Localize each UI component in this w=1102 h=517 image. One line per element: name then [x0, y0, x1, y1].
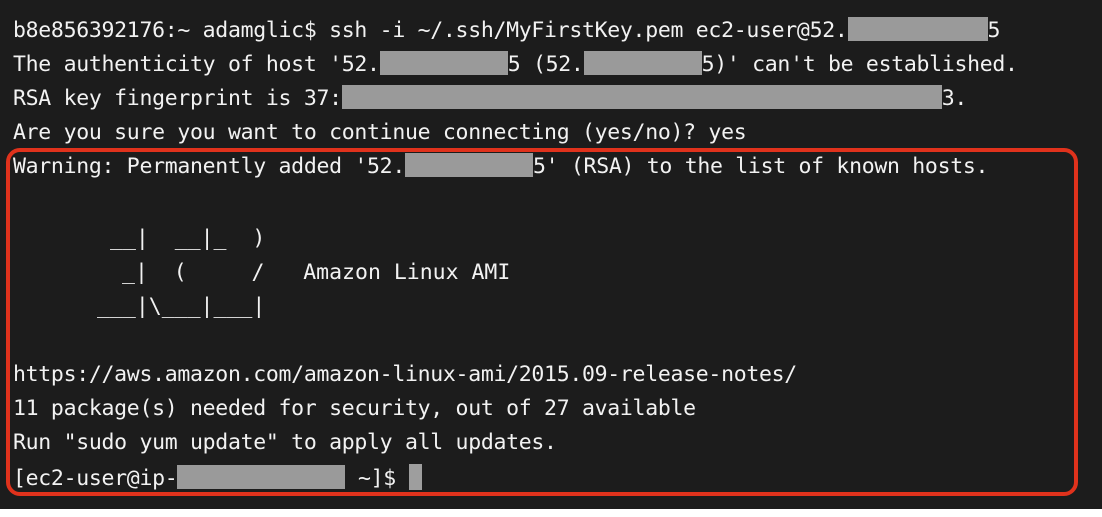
prompt-text-end: ~]$	[345, 466, 409, 491]
warning-text-start: Warning: Permanently added '52.	[13, 154, 405, 179]
terminal-line-warning: Warning: Permanently added '52. 5' (RSA) …	[13, 150, 988, 184]
ami-banner-line-1: __| __|_ )	[110, 226, 266, 251]
ami-banner-line-2: _| ( / Amazon Linux AMI	[122, 260, 511, 285]
terminal-line-authenticity: The authenticity of host '52. 5 (52. 5)' c…	[13, 48, 1018, 82]
terminal-line-release-notes: https://aws.amazon.com/amazon-linux-ami/…	[13, 362, 797, 387]
fingerprint-suffix: 3.	[941, 86, 968, 111]
ssh-command-suffix: 5	[987, 18, 1001, 43]
terminal-line-packages: 11 package(s) needed for security, out o…	[13, 396, 696, 421]
ssh-command-text: b8e856392176:~ adamglic$ ssh -i ~/.ssh/M…	[13, 18, 848, 43]
terminal-line-fingerprint: RSA key fingerprint is 37: 3.	[13, 82, 967, 116]
redacted-fingerprint	[341, 85, 942, 109]
authenticity-text-middle: 5 (52.	[507, 52, 584, 77]
authenticity-text-end: 5)' can't be established.	[701, 52, 1018, 77]
terminal-line-confirm: Are you sure you want to continue connec…	[13, 120, 747, 145]
redacted-ip	[379, 51, 508, 75]
terminal-line-update-hint: Run "sudo yum update" to apply all updat…	[13, 430, 557, 455]
warning-text-end: 5' (RSA) to the list of known hosts.	[532, 154, 989, 179]
terminal-prompt[interactable]: [ec2-user@ip- ~]$	[13, 462, 422, 496]
authenticity-text-start: The authenticity of host '52.	[13, 52, 380, 77]
prompt-text-start: [ec2-user@ip-	[13, 466, 178, 491]
terminal-window[interactable]: b8e856392176:~ adamglic$ ssh -i ~/.ssh/M…	[0, 0, 1102, 509]
fingerprint-text: RSA key fingerprint is 37:	[13, 86, 342, 111]
redacted-hostname	[177, 465, 346, 489]
ami-banner-line-3: ___|\___|___|	[97, 294, 266, 319]
terminal-line-ssh-command: b8e856392176:~ adamglic$ ssh -i ~/.ssh/M…	[13, 14, 1000, 48]
redacted-ip	[583, 51, 702, 75]
redacted-ip	[847, 17, 988, 41]
terminal-cursor[interactable]	[408, 464, 422, 490]
redacted-ip	[404, 153, 533, 177]
